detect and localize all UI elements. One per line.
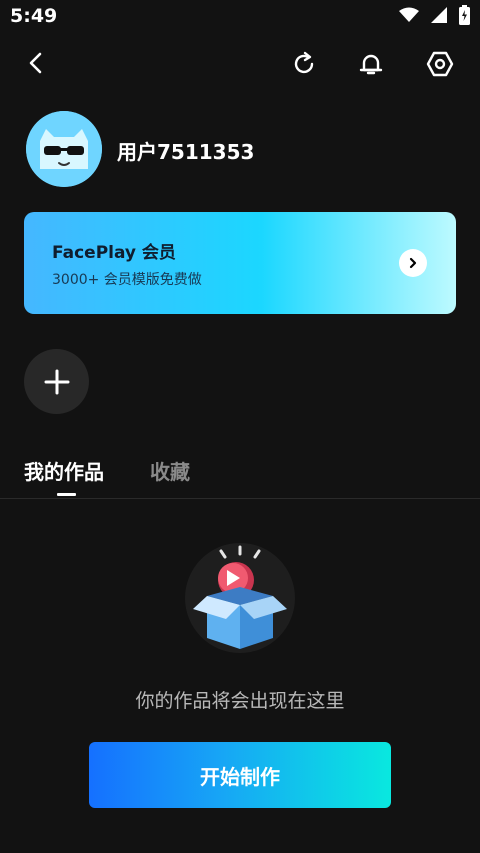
settings-button[interactable] — [420, 44, 460, 84]
bell-icon — [359, 54, 383, 75]
status-time: 5:49 — [10, 5, 58, 27]
tab-bar: 我的作品 收藏 — [0, 456, 480, 498]
wifi-icon — [399, 7, 419, 22]
signal-icon — [431, 7, 447, 23]
settings-icon — [426, 51, 454, 77]
tab-favorites[interactable]: 收藏 — [150, 456, 190, 485]
empty-state-illustration — [185, 543, 295, 653]
plus-icon — [44, 369, 69, 394]
back-button[interactable] — [16, 43, 56, 83]
tab-my-works[interactable]: 我的作品 — [24, 456, 104, 485]
status-bar: 5:49 — [0, 0, 480, 34]
member-card-arrow-button[interactable] — [399, 249, 427, 277]
add-button[interactable] — [24, 349, 89, 414]
refresh-icon — [294, 51, 314, 74]
empty-state-message: 你的作品将会出现在这里 — [135, 690, 345, 712]
username: 用户7511353 — [117, 140, 255, 164]
back-icon — [29, 52, 42, 74]
member-card[interactable]: FacePlay 会员 3000+ 会员模版免费做 — [24, 212, 456, 314]
chevron-right-icon — [409, 257, 417, 269]
battery-charging-icon — [459, 5, 470, 25]
member-card-subtitle: 3000+ 会员模版免费做 — [52, 272, 202, 288]
open-box-icon — [185, 543, 295, 653]
active-tab-indicator — [57, 493, 76, 496]
refresh-button[interactable] — [284, 44, 324, 84]
start-creating-button[interactable]: 开始制作 — [89, 742, 391, 808]
top-bar — [0, 40, 480, 88]
status-icons — [399, 5, 470, 25]
tab-divider — [0, 498, 480, 499]
member-card-title: FacePlay 会员 — [52, 243, 176, 263]
avatar[interactable] — [26, 111, 102, 187]
cat-sunglasses-avatar-icon — [26, 111, 102, 187]
start-creating-label: 开始制作 — [200, 764, 280, 789]
notifications-button[interactable] — [351, 44, 391, 84]
